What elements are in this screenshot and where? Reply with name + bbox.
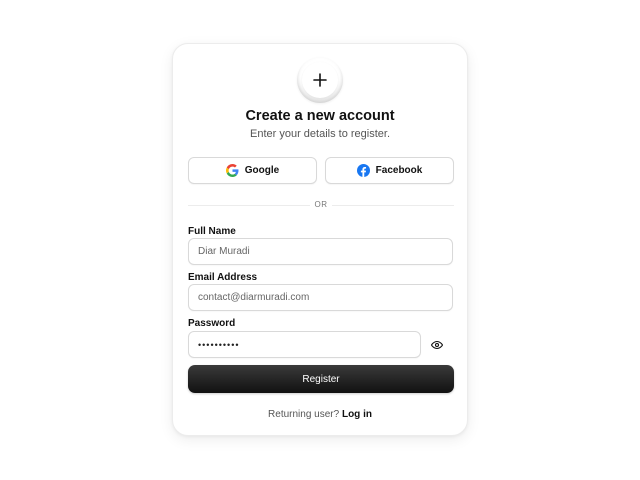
page-subtitle: Enter your details to register. <box>249 128 390 140</box>
login-prompt: Returning user? Log in <box>173 409 467 420</box>
google-button-label: Google <box>244 165 280 176</box>
login-link[interactable]: Log in <box>342 409 372 420</box>
password-label: Password <box>188 318 236 329</box>
google-icon <box>225 164 239 177</box>
facebook-icon <box>356 164 370 177</box>
password-visibility-toggle[interactable] <box>430 338 444 352</box>
plus-icon <box>313 73 327 87</box>
logo-badge <box>297 57 343 103</box>
register-button[interactable]: Register <box>188 365 454 393</box>
facebook-signin-button[interactable]: Facebook <box>325 157 454 184</box>
password-input[interactable]: •••••••••• <box>188 331 421 358</box>
email-label: Email Address <box>188 272 258 283</box>
full-name-input[interactable]: Diar Muradi <box>188 238 453 265</box>
eye-icon <box>431 340 443 350</box>
page-title: Create a new account <box>245 108 395 124</box>
google-signin-button[interactable]: Google <box>188 157 317 184</box>
divider-line-right <box>332 205 454 206</box>
or-divider: OR <box>188 200 454 210</box>
facebook-button-label: Facebook <box>375 165 423 176</box>
email-input[interactable]: contact@diarmuradi.com <box>188 284 453 311</box>
register-card: Create a new account Enter your details … <box>172 43 468 436</box>
returning-user-text: Returning user? <box>268 409 340 420</box>
full-name-label: Full Name <box>188 226 236 237</box>
logo-inner <box>302 62 338 98</box>
